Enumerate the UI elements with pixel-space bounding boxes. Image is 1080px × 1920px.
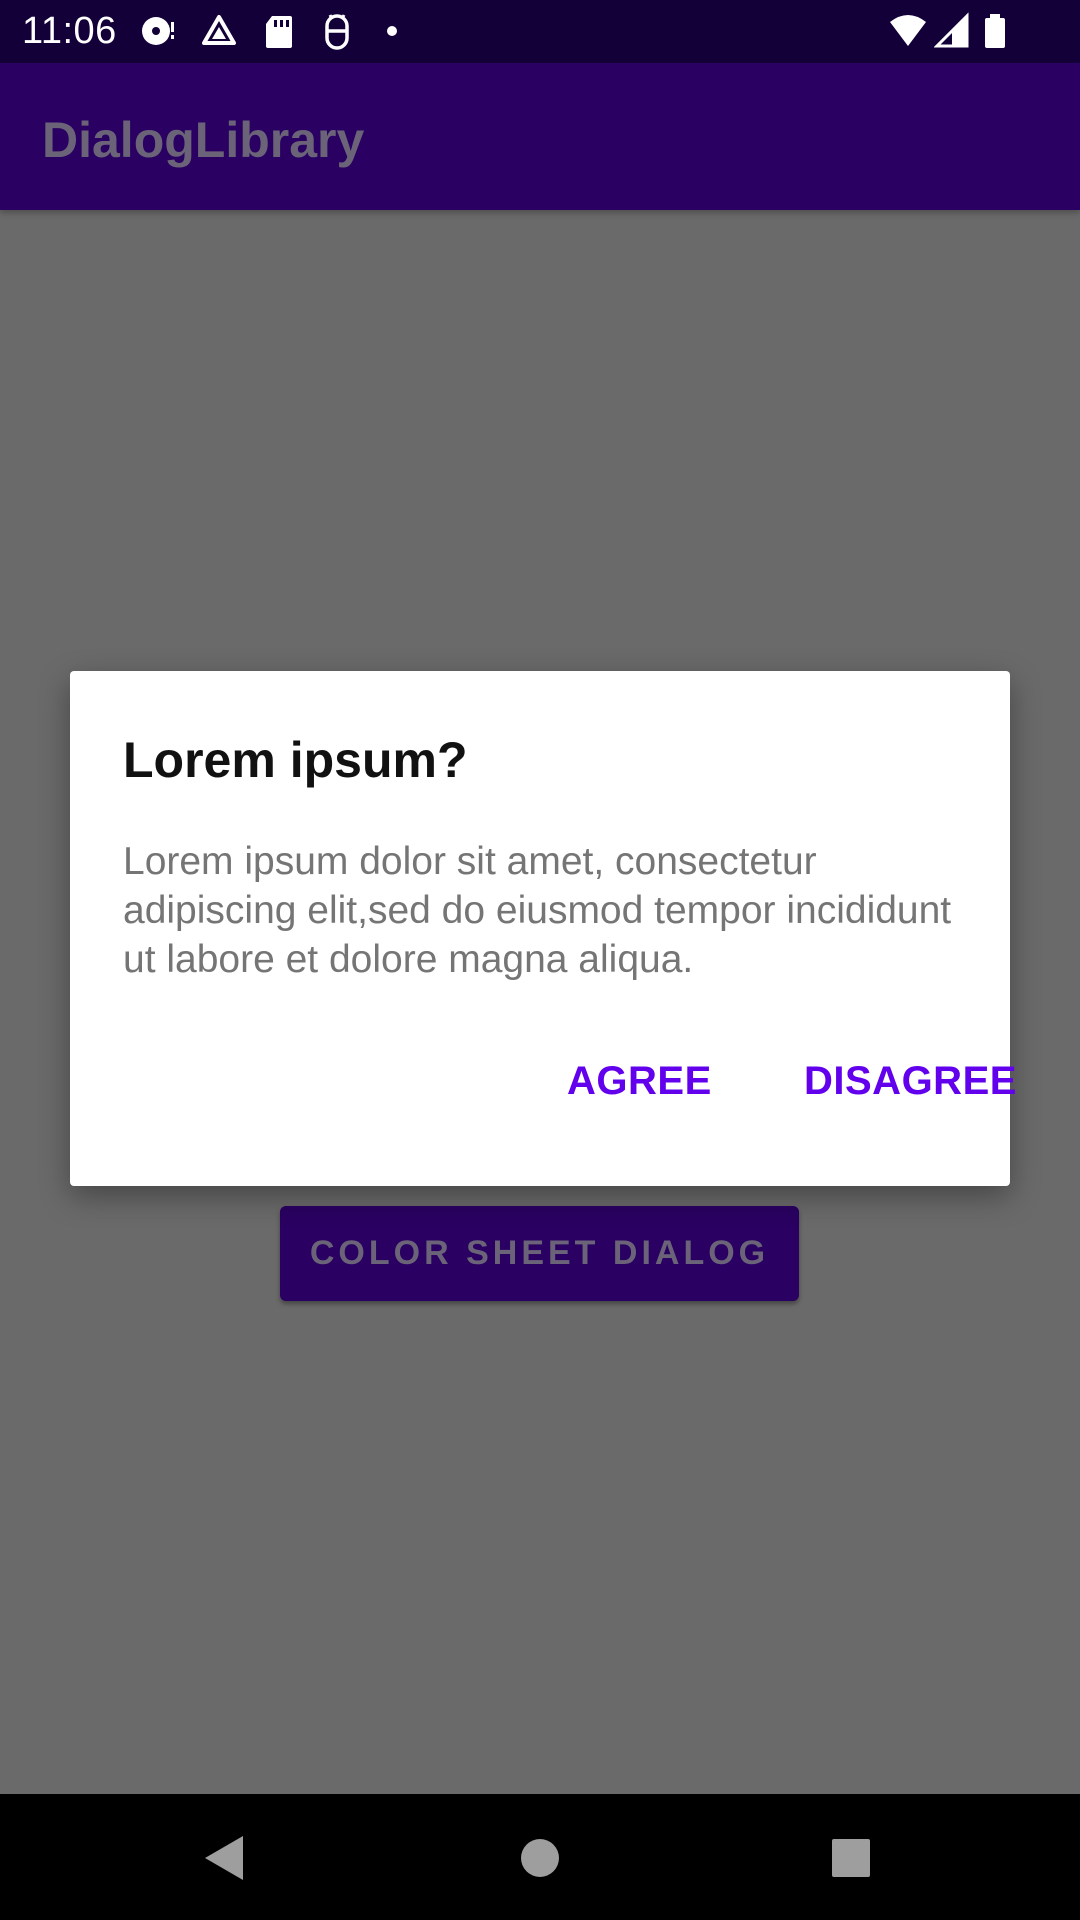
app-bar: DialogLibrary <box>0 63 1080 210</box>
dot-icon <box>382 12 418 50</box>
alert-dialog: Lorem ipsum? Lorem ipsum dolor sit amet,… <box>70 671 1016 1186</box>
status-bar: 11:06 <box>0 0 1080 63</box>
android-debug-icon <box>318 12 354 50</box>
spotify-icon <box>140 12 176 50</box>
sd-card-icon <box>260 12 296 50</box>
status-time: 11:06 <box>22 10 117 52</box>
battery-icon <box>982 12 1018 50</box>
dialog-message: Lorem ipsum dolor sit amet, consectetur … <box>123 840 952 981</box>
recents-icon[interactable] <box>830 1834 872 1887</box>
back-icon[interactable] <box>203 1834 245 1887</box>
cell-signal-icon <box>934 12 970 50</box>
color-sheet-dialog-button: COLOR SHEET DIALOG <box>280 1206 799 1301</box>
home-icon[interactable] <box>519 1834 561 1887</box>
wifi-icon <box>888 12 926 50</box>
agree-button[interactable]: AGREE <box>567 1051 712 1111</box>
app-title: DialogLibrary <box>42 112 365 168</box>
drive-icon <box>200 12 236 50</box>
disagree-button[interactable]: DISAGREE <box>804 1051 1017 1111</box>
dialog-title: Lorem ipsum? <box>123 732 468 788</box>
navigation-bar <box>0 1794 1080 1920</box>
